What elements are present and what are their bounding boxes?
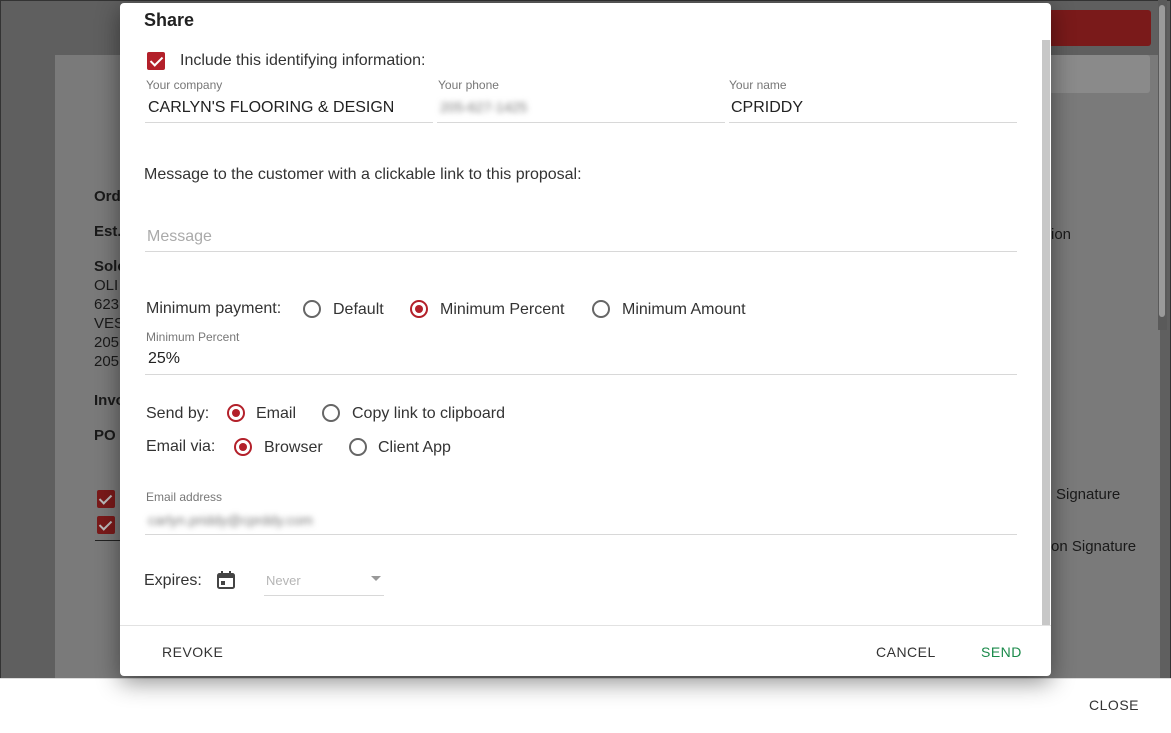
background-field[interactable] — [1040, 55, 1150, 93]
phone-underline — [437, 122, 725, 123]
radio-client-app[interactable] — [349, 438, 367, 456]
radio-email-label[interactable]: Email — [256, 405, 296, 423]
name-label: Your name — [729, 78, 787, 92]
radio-browser-label[interactable]: Browser — [264, 439, 323, 457]
min-percent-field[interactable]: 25% — [148, 350, 180, 368]
message-underline — [145, 251, 1017, 252]
revoke-button[interactable]: REVOKE — [162, 644, 223, 660]
radio-minimum-percent-label[interactable]: Minimum Percent — [440, 301, 564, 319]
dialog-footer-divider — [120, 625, 1051, 626]
cancel-button[interactable]: CANCEL — [876, 644, 936, 660]
send-button[interactable]: SEND — [981, 644, 1022, 660]
radio-client-app-label[interactable]: Client App — [378, 439, 451, 457]
bg-right-text: ion — [1051, 226, 1072, 243]
close-button[interactable]: CLOSE — [1089, 697, 1139, 713]
send-by-label: Send by: — [146, 405, 210, 422]
expires-label: Expires: — [144, 572, 202, 589]
email-underline — [145, 534, 1017, 535]
min-percent-label: Minimum Percent — [146, 330, 240, 344]
bottom-bar — [0, 678, 1171, 733]
name-field[interactable]: CPRIDDY — [731, 99, 803, 117]
message-intro: Message to the customer with a clickable… — [144, 166, 582, 183]
name-underline — [729, 122, 1017, 123]
company-underline — [145, 122, 433, 123]
company-field[interactable]: CARLYN'S FLOORING & DESIGN — [148, 99, 394, 117]
dialog-scrollbar[interactable] — [1042, 40, 1050, 625]
radio-copy-link-label[interactable]: Copy link to clipboard — [352, 405, 505, 423]
radio-minimum-percent[interactable] — [410, 300, 428, 318]
expires-underline — [264, 595, 384, 596]
bg-address-line: 205 — [94, 334, 120, 351]
bg-po-label: PO — [94, 427, 116, 444]
page-scrollbar-thumb[interactable] — [1159, 5, 1165, 317]
bg-checkbox[interactable] — [97, 490, 115, 508]
include-info-checkbox[interactable] — [147, 52, 165, 70]
bg-address-line: 623 — [94, 296, 120, 313]
bg-address-line: OLI — [94, 277, 119, 294]
background-primary-button[interactable] — [1040, 10, 1151, 46]
email-address-field[interactable]: carlyn.priddy@cprddy.com — [148, 512, 313, 528]
bg-address-line: 205 — [94, 353, 120, 370]
radio-default[interactable] — [303, 300, 321, 318]
expires-select-value[interactable]: Never — [266, 573, 301, 588]
bg-signature-text: on Signature — [1051, 538, 1137, 555]
company-label: Your company — [146, 78, 223, 92]
radio-minimum-amount-label[interactable]: Minimum Amount — [622, 301, 746, 319]
phone-label: Your phone — [438, 78, 499, 92]
radio-email[interactable] — [227, 404, 245, 422]
include-info-label: Include this identifying information: — [180, 52, 426, 69]
radio-browser[interactable] — [234, 438, 252, 456]
bg-checkbox[interactable] — [97, 516, 115, 534]
radio-default-label[interactable]: Default — [333, 301, 384, 319]
bg-est-label: Est. — [94, 223, 122, 240]
bg-order-label: Ord — [94, 188, 121, 205]
message-input[interactable]: Message — [147, 228, 212, 246]
calendar-icon[interactable] — [216, 570, 236, 590]
dialog-title: Share — [144, 10, 195, 30]
phone-field[interactable]: 205-627-1425 — [440, 99, 527, 115]
bg-divider — [95, 540, 120, 541]
min-percent-underline — [145, 374, 1017, 375]
chevron-down-icon[interactable] — [371, 576, 381, 581]
email-via-label: Email via: — [146, 438, 216, 455]
email-address-label: Email address — [146, 490, 223, 504]
min-payment-label: Minimum payment: — [146, 300, 282, 317]
bg-signature-text: Signature — [1056, 486, 1121, 503]
radio-minimum-amount[interactable] — [592, 300, 610, 318]
radio-copy-link[interactable] — [322, 404, 340, 422]
